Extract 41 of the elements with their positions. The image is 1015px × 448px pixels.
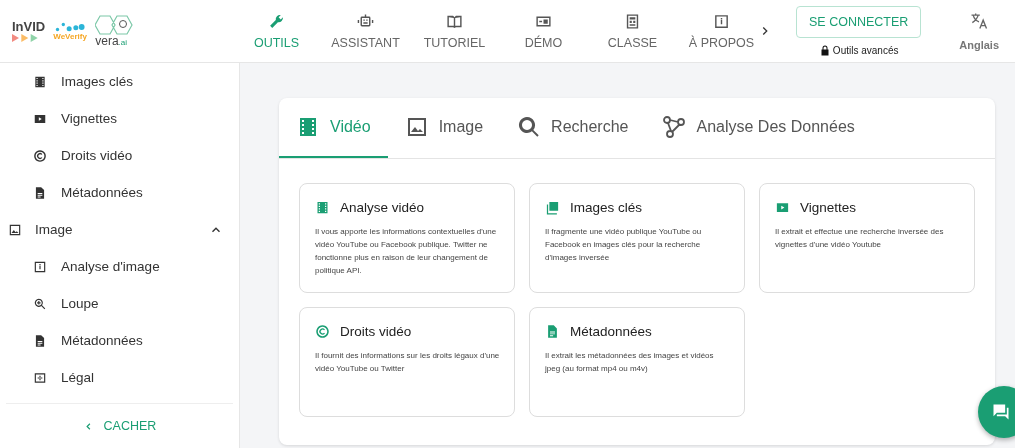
tool-card[interactable]: Vignettes Il extrait et effectue une recherche inversée des vignettes d'une vidéo Youtube <box>759 183 975 293</box>
tool-description: Il fragmente une vidéo publique YouTube ou Facebook en images clés pour la recherche d'images inversée <box>545 226 703 264</box>
sidebar-item[interactable]: Images clés <box>0 63 239 100</box>
language-button[interactable]: Anglais <box>959 11 999 51</box>
tool-card[interactable]: Droits vidéo Il fournit des informations sur les droits légaux d'une vidéo YouTube ou Twitter <box>299 307 515 417</box>
nav-tab[interactable]: ASSISTANT <box>321 6 410 56</box>
advanced-tools-label: Outils avancés <box>832 44 899 56</box>
category-tab[interactable]: Image <box>387 98 501 158</box>
nav-tab[interactable]: À PROPOS <box>677 6 766 56</box>
sidebar-item[interactable]: Droits vidéo <box>0 137 239 174</box>
sidebar-item[interactable]: Métadonnées <box>0 174 239 211</box>
nav-tab[interactable]: OUTILS <box>232 6 321 56</box>
tool-card[interactable]: Métadonnées Il extrait les métadonnées des images et vidéos jpeg (au format mp4 ou m4v) <box>529 307 745 417</box>
category-tab[interactable]: Vidéo <box>279 98 388 158</box>
tool-title: Droits vidéo <box>340 324 412 339</box>
logo[interactable]: vera.ai <box>95 15 136 47</box>
nav-tab[interactable]: DÉMO <box>499 6 588 56</box>
tool-description: Il extrait les métadonnées des images et vidéos jpeg (au format mp4 ou m4v) <box>545 350 715 375</box>
tool-title: Métadonnées <box>570 324 652 339</box>
tool-card[interactable]: Analyse vidéo Il vous apporte les informations contextuelles d'une vidéo YouTube ou Facebook publique. Twitter ne fonctionne plus en raison de leur changement de politique API. <box>299 183 515 293</box>
tool-title: Analyse vidéo <box>340 200 425 215</box>
tool-title: Images clés <box>570 200 643 215</box>
sidebar-item[interactable]: Analyse d'image <box>0 248 239 285</box>
tool-card[interactable]: Images clés Il fragmente une vidéo publique YouTube ou Facebook en images clés pour la recherche d'images inversée <box>529 183 745 293</box>
logo[interactable]: InVID <box>12 20 46 42</box>
tool-description: Il fournit des informations sur les droits légaux d'une vidéo YouTube ou Twitter <box>315 350 500 375</box>
logo-text: InVID <box>12 20 46 33</box>
category-tab[interactable]: Analyse Des Données <box>645 98 872 158</box>
sidebar-item[interactable]: Vignettes <box>0 100 239 137</box>
sidebar-section[interactable]: Image <box>0 211 239 248</box>
logo-text: vera.ai <box>95 35 128 47</box>
sidebar-item[interactable]: Légal <box>0 359 239 396</box>
nav-tab[interactable]: TUTORIEL <box>410 6 499 56</box>
tool-description: Il extrait et effectue une recherche inversée des vignettes d'une vidéo Youtube <box>775 226 945 251</box>
tool-title: Vignettes <box>800 200 857 215</box>
logo-text: WeVerify <box>53 31 87 41</box>
sidebar-item[interactable]: Métadonnées <box>0 322 239 359</box>
sidebar-item[interactable]: Loupe <box>0 285 239 322</box>
category-tab[interactable]: Recherche <box>500 98 646 158</box>
tool-description: Il vous apporte les informations contextuelles d'une vidéo YouTube ou Facebook publique. Twitter ne fonctionne plus en raison de leur changement de politique API. <box>315 226 498 277</box>
nav-tab[interactable]: CLASSE <box>588 6 677 56</box>
